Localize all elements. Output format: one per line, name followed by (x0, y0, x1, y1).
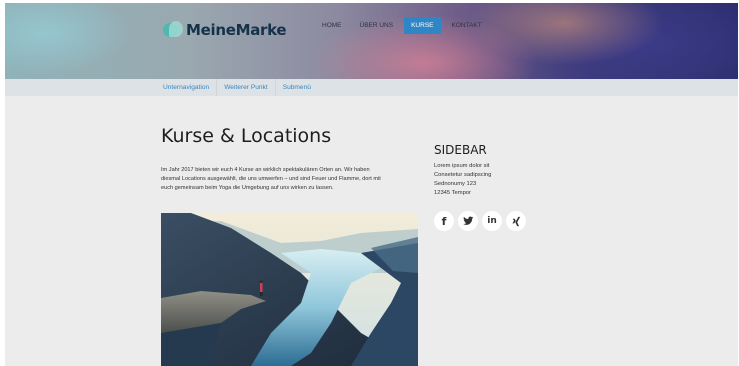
address-line: 12345 Tempor (434, 190, 471, 196)
main-navigation: HOME ÜBER UNS KURSE KONTAKT (315, 17, 493, 34)
intro-text: Im Jahr 2017 bieten wir euch 4 Kurse an … (161, 166, 397, 193)
intro-line: euch gemeinsam beim Yoga die Umgebung au… (161, 185, 334, 191)
sidebar-title: SIDEBAR (434, 143, 487, 157)
nav-item-home[interactable]: HOME (315, 17, 349, 34)
nav-item-kontakt[interactable]: KONTAKT (445, 17, 489, 34)
xing-icon (511, 216, 520, 226)
twitter-icon (462, 216, 474, 225)
page-frame: MeineMarke HOME ÜBER UNS KURSE KONTAKT U… (5, 3, 738, 366)
facebook-button[interactable]: f (434, 211, 454, 231)
facebook-icon: f (441, 214, 447, 228)
sidebar-address: Lorem ipsum dolor sit Consetetur sadipsc… (434, 162, 491, 198)
twitter-button[interactable] (458, 211, 478, 231)
linkedin-button[interactable]: in (482, 211, 502, 231)
brand-name: MeineMarke (186, 21, 287, 39)
social-links: f in (434, 211, 530, 231)
sub-navigation: Unternavigation Weiterer Punkt Submenü (5, 79, 738, 96)
subnav-item-submenu[interactable]: Submenü (276, 79, 318, 96)
address-line: Lorem ipsum dolor sit (434, 163, 490, 169)
logo-mark-icon (163, 21, 183, 39)
brand-logo[interactable]: MeineMarke (163, 20, 287, 40)
intro-line: Im Jahr 2017 bieten wir euch 4 Kurse an … (161, 167, 370, 173)
header-banner: MeineMarke HOME ÜBER UNS KURSE KONTAKT (5, 3, 738, 79)
address-line: Consetetur sadipscing (434, 172, 492, 178)
page-title: Kurse & Locations (161, 125, 332, 147)
linkedin-icon: in (487, 216, 497, 226)
intro-line: diesmal Locations ausgewählt, die uns um… (161, 176, 381, 182)
nav-item-ueber-uns[interactable]: ÜBER UNS (353, 17, 401, 34)
subnav-item-weiterer-punkt[interactable]: Weiterer Punkt (217, 79, 276, 96)
xing-button[interactable] (506, 211, 526, 231)
nav-item-kurse[interactable]: KURSE (404, 17, 441, 34)
subnav-item-unternavigation[interactable]: Unternavigation (156, 79, 218, 96)
address-line: Sednonumy 123 (434, 181, 477, 187)
hero-image-fjord (161, 213, 418, 366)
